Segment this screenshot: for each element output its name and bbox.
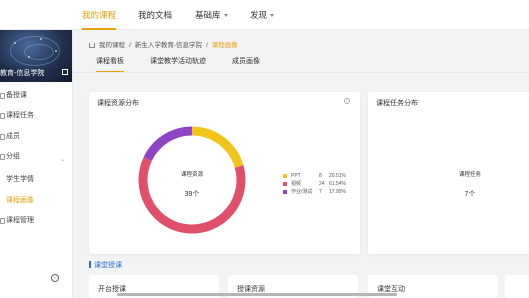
donut-center-label: 课程资源 <box>180 172 203 178</box>
legend-percent: 61.54% <box>329 181 346 187</box>
task-distribution-card: 课程任务分布 <box>368 92 529 254</box>
app: 我的课程 我的文档 基础库 发现 教育-信息学院 备授课 课程任务 成员 分组 … <box>0 0 529 298</box>
legend-name: PPT <box>291 173 301 179</box>
donut-center-value: 7个 <box>464 191 476 198</box>
mini-card-more[interactable] <box>505 275 529 298</box>
legend-percent: 17.95% <box>329 189 346 195</box>
donut-center-value: 39个 <box>184 191 200 198</box>
horizontal-scrollbar[interactable] <box>117 293 397 296</box>
donut-center-label: 课程任务 <box>458 172 481 178</box>
legend-swatch <box>283 190 287 194</box>
legend-percent: 20.51% <box>329 173 346 179</box>
legend-count: 7 <box>319 189 322 195</box>
legend-count: 8 <box>319 173 322 179</box>
resource-slice[interactable] <box>191 126 244 168</box>
resource-slice[interactable] <box>143 126 193 162</box>
card-title: 课程任务分布 <box>376 100 418 107</box>
legend-swatch <box>283 182 287 186</box>
section-title: 课堂授课 <box>89 260 122 270</box>
legend-name: 作业/测试 <box>291 189 313 195</box>
legend-name: 视频 <box>291 181 302 187</box>
legend-swatch <box>283 174 287 178</box>
legend-count: 24 <box>319 181 325 187</box>
